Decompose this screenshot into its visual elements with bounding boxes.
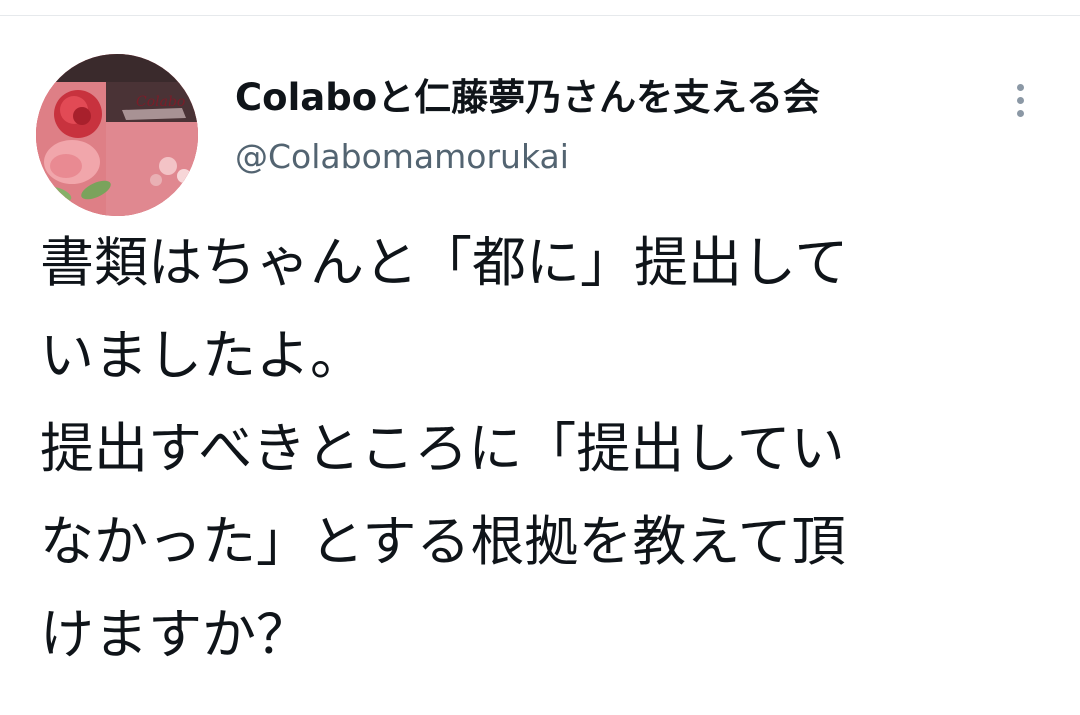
user-info: Colaboと仁藤夢乃さんを支える会 @Colabomamorukai <box>235 74 820 178</box>
tweet-text-line: けますか？ <box>40 603 310 666</box>
top-divider <box>0 0 1080 16</box>
tweet-text-line: 書類はちゃんと「都に」提出して <box>40 231 849 294</box>
display-name[interactable]: Colaboと仁藤夢乃さんを支える会 <box>235 74 820 122</box>
tweet-text-line: 提出すべきところに「提出してい <box>40 417 845 480</box>
more-vertical-icon-dot <box>1016 96 1024 104</box>
avatar[interactable]: Colabo <box>36 54 198 216</box>
tweet-text: 書類はちゃんと「都に」提出して いましたよ。 提出すべきところに「提出してい な… <box>40 216 1050 681</box>
avatar-logo-text: Colabo <box>136 94 185 110</box>
avatar-image: Colabo <box>36 54 198 216</box>
more-vertical-icon-dot <box>1016 109 1024 117</box>
tweet-text-line: いましたよ。 <box>40 324 364 387</box>
tweet-text-line: なかった」とする根拠を教えて頂 <box>40 510 846 573</box>
more-vertical-icon <box>1016 83 1024 91</box>
handle[interactable]: @Colabomamorukai <box>235 136 820 178</box>
tweet-card[interactable]: Colabo Colaboと仁藤夢乃さんを支える会 @Colabomamoruk… <box>0 16 1080 715</box>
more-options-button[interactable] <box>1000 78 1040 122</box>
